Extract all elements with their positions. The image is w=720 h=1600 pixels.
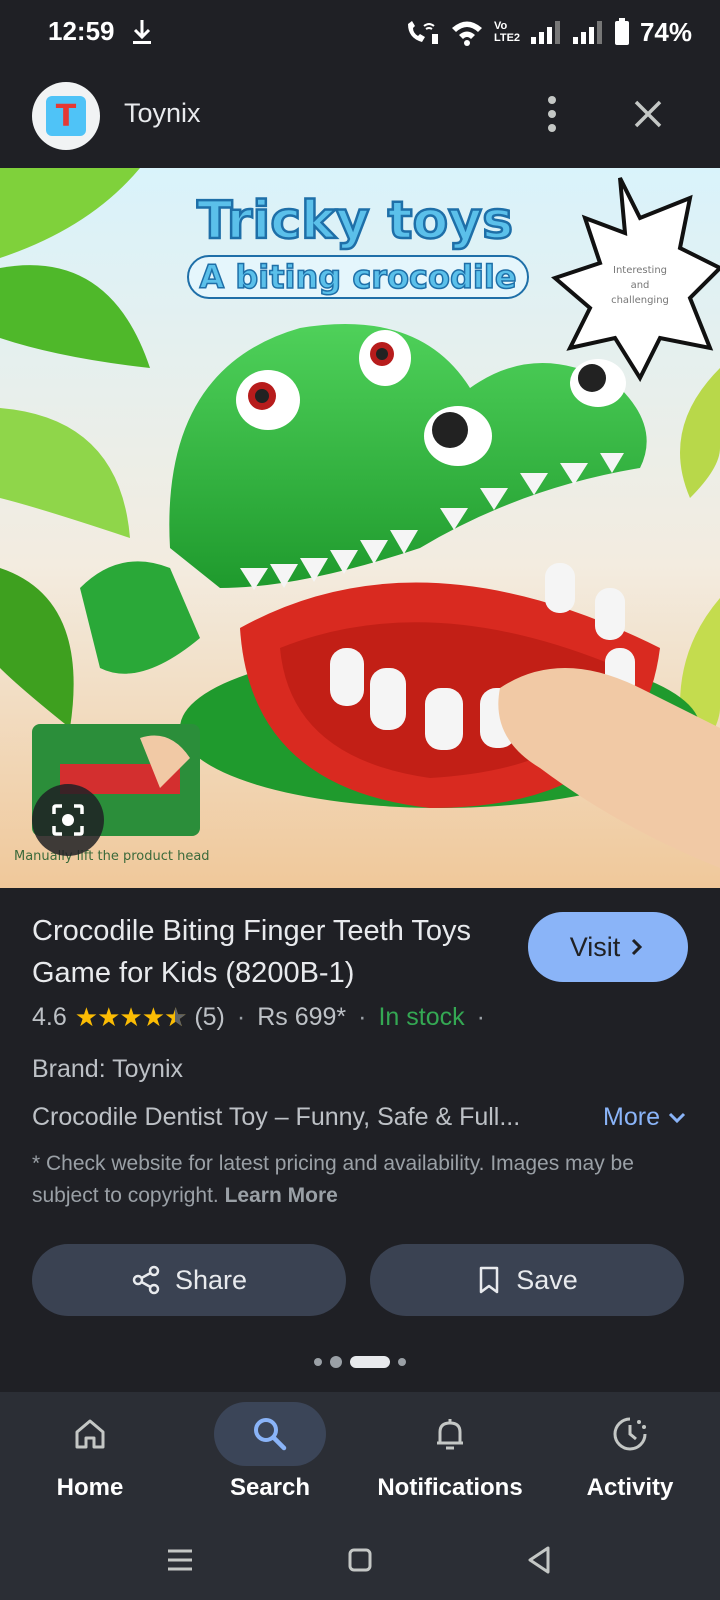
image-title-line2: A biting crocodile [199, 258, 516, 296]
pager-dot[interactable] [398, 1358, 406, 1366]
wifi-calling-icon [407, 21, 438, 44]
burst-text-line3: challenging [611, 295, 669, 306]
burst-text-line2: and [631, 280, 650, 291]
nav-label: Search [229, 1474, 311, 1501]
logo-letter: T [46, 96, 86, 136]
disclaimer: * Check website for latest pricing and a… [32, 1148, 692, 1212]
recents-menu-icon[interactable] [160, 1540, 200, 1580]
home-square-icon[interactable] [340, 1540, 380, 1580]
activity-icon [613, 1417, 647, 1451]
rating-row: 4.6 ★★★★★ (5) · Rs 699* · In stock · [32, 1002, 489, 1033]
nav-icon-container [34, 1402, 146, 1466]
result-header: T Toynix [0, 64, 720, 168]
signal-icon-1 [530, 21, 560, 44]
site-logo[interactable]: T [32, 82, 100, 150]
price: Rs 699* [257, 1003, 347, 1031]
save-label: Save [516, 1264, 578, 1295]
half-star-icon: ★ [164, 1002, 187, 1033]
bell-icon [437, 1419, 463, 1450]
nav-label: Notifications [377, 1474, 523, 1501]
chevron-right-icon [632, 938, 643, 956]
crocodile-toy-illustration: Interesting and challenging Tricky toys … [0, 168, 720, 888]
separator-dot: · [236, 1003, 246, 1031]
rating-stars: ★★★★★ [75, 1002, 188, 1033]
home-icon [75, 1419, 105, 1449]
learn-more-link[interactable]: Learn More [225, 1184, 338, 1207]
description-row: Crocodile Dentist Toy – Funny, Safe & Fu… [32, 1103, 688, 1132]
separator-dot: · [476, 1003, 485, 1031]
lens-search-button[interactable] [32, 784, 104, 856]
volte-label: Vo LTE2 [493, 20, 521, 44]
burst-text-line1: Interesting [613, 265, 667, 276]
nav-icon-container [214, 1402, 326, 1466]
nav-activity[interactable]: Activity [540, 1392, 720, 1520]
close-icon[interactable] [624, 90, 672, 138]
status-time: 12:59 [48, 16, 115, 46]
visit-label: Visit [569, 931, 621, 962]
search-icon [254, 1418, 287, 1451]
nav-icon-container [574, 1402, 686, 1466]
image-caption: Manually lift the product head [14, 849, 210, 864]
wifi-icon [451, 21, 482, 46]
system-navigation-bar [0, 1520, 720, 1600]
more-button[interactable]: More [603, 1103, 688, 1132]
pager-dot[interactable] [314, 1358, 322, 1366]
rating-value: 4.6 [32, 1003, 67, 1031]
nav-home[interactable]: Home [0, 1392, 180, 1520]
carousel-pager [0, 1356, 720, 1368]
signal-icon-2 [572, 21, 602, 44]
battery-icon [614, 18, 629, 45]
lens-icon [52, 804, 84, 836]
pager-dot-active[interactable] [350, 1356, 390, 1368]
share-label: Share [174, 1264, 248, 1295]
bottom-navigation: Home Search Notifications Activity [0, 1392, 720, 1520]
stock-status: In stock [378, 1003, 465, 1031]
pager-dot[interactable] [330, 1356, 342, 1368]
status-icons: Vo LTE2 74% [404, 14, 692, 50]
share-button[interactable]: Share [32, 1244, 346, 1316]
separator-dot: · [358, 1003, 367, 1031]
image-title-line1: Tricky toys [197, 191, 513, 251]
nav-label: Home [56, 1474, 124, 1501]
status-bar: 12:59 Vo LTE2 74% [0, 0, 720, 64]
product-title[interactable]: Crocodile Biting Finger Teeth Toys Game … [32, 910, 502, 994]
product-image[interactable]: Interesting and challenging Tricky toys … [0, 168, 720, 888]
share-icon [132, 1265, 160, 1295]
nav-label: Activity [586, 1474, 674, 1501]
chevron-down-icon [668, 1112, 686, 1123]
description: Crocodile Dentist Toy – Funny, Safe & Fu… [32, 1103, 521, 1131]
visit-button[interactable]: Visit [528, 912, 688, 982]
site-name[interactable]: Toynix [124, 98, 201, 129]
nav-notifications[interactable]: Notifications [360, 1392, 540, 1520]
review-count: (5) [194, 1003, 225, 1031]
nav-icon-container [394, 1402, 506, 1466]
brand: Brand: Toynix [32, 1055, 184, 1083]
save-button[interactable]: Save [370, 1244, 684, 1316]
battery-percent: 74% [639, 16, 692, 47]
more-label: More [603, 1103, 660, 1131]
nav-search[interactable]: Search [180, 1392, 360, 1520]
bookmark-icon [479, 1266, 499, 1294]
more-options-icon[interactable] [530, 92, 574, 136]
download-icon [133, 20, 151, 44]
back-triangle-icon[interactable] [520, 1540, 560, 1580]
